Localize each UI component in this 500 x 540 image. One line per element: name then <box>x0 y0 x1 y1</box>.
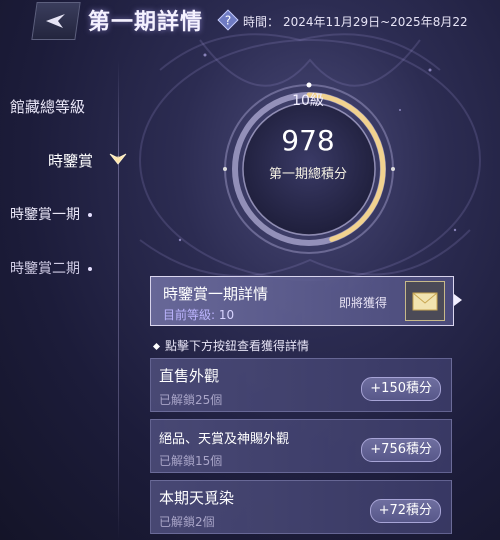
reward-subtitle: 已解鎖25個 <box>159 393 223 407</box>
reward-row-premium[interactable]: 絕品、天賞及神賜外觀 已解鎖15個 +756積分 <box>150 419 452 473</box>
current-level-label: 目前等級 <box>163 308 212 322</box>
level-label: 10級 <box>292 93 324 109</box>
reward-title: 本期天覓染 <box>159 489 235 507</box>
detail-title: 時鑒賞一期詳情 <box>163 285 269 303</box>
sidebar-item-total-level[interactable]: 館藏總等級 <box>10 96 85 117</box>
coming-soon-label: 即將獲得 <box>339 296 388 310</box>
reward-subtitle: 已解鎖15個 <box>159 454 223 468</box>
back-arrow-icon <box>46 14 65 28</box>
bullet-dot-icon <box>88 267 92 271</box>
reward-title: 直售外觀 <box>159 367 220 385</box>
sidebar-item-label: 時鑒賞一期 <box>10 207 80 223</box>
reward-row-direct-sale[interactable]: 直售外觀 已解鎖25個 +150積分 <box>150 358 452 412</box>
total-score: 978 <box>281 124 335 157</box>
sidebar-item-label: 時鑒賞二期 <box>10 261 80 277</box>
hint-label: 點擊下方按鈕查看獲得詳情 <box>165 339 310 353</box>
diamond-bullet-icon <box>152 342 161 351</box>
selected-marker-icon <box>109 153 127 165</box>
sidebar-item-period-2[interactable]: 時鑒賞二期 <box>10 258 92 278</box>
sidebar-divider <box>118 60 119 540</box>
envelope-icon <box>412 292 438 311</box>
period-text: 時間： 2024年11月29日~2025年8月22 <box>243 13 468 30</box>
svg-text:?: ? <box>225 14 231 28</box>
reward-points-badge: +72積分 <box>369 499 441 523</box>
back-button[interactable] <box>31 2 81 40</box>
sidebar-item-label: 館藏總等級 <box>10 98 86 116</box>
bullet-dot-icon <box>88 213 92 217</box>
sidebar-item-label: 時鑒賞 <box>48 152 94 170</box>
reward-subtitle: 已解鎖2個 <box>159 515 215 529</box>
header: 第一期詳情 ? 時間： 2024年11月29日~2025年8月22 <box>0 0 500 48</box>
page-title: 第一期詳情 <box>88 9 204 35</box>
total-score-label: 第一期總積分 <box>268 167 347 182</box>
current-level: 目前等級: 10 <box>163 308 235 322</box>
period-label: 時間： <box>243 15 280 29</box>
reward-row-dye[interactable]: 本期天覓染 已解鎖2個 +72積分 <box>150 480 452 534</box>
reward-points-badge: +150積分 <box>361 377 441 401</box>
reward-item-icon[interactable] <box>405 281 445 321</box>
hint-text: 點擊下方按鈕查看獲得詳情 <box>152 337 310 354</box>
reward-title: 絕品、天賞及神賜外觀 <box>159 432 290 447</box>
sidebar-item-appraisal[interactable]: 時鑒賞 <box>48 150 93 171</box>
card-arrow-icon <box>454 294 462 306</box>
help-icon[interactable]: ? <box>217 9 239 31</box>
sidebar-item-period-1[interactable]: 時鑒賞一期 <box>10 204 92 224</box>
period-value: 2024年11月29日~2025年8月22 <box>283 15 468 29</box>
reward-points-badge: +756積分 <box>361 438 441 462</box>
current-level-value: 10 <box>218 308 235 322</box>
period-detail-card[interactable]: 時鑒賞一期詳情 目前等級: 10 即將獲得 <box>150 276 454 326</box>
